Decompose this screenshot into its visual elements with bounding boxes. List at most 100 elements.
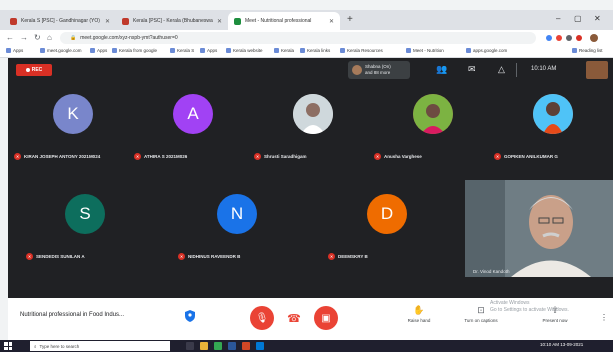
word-icon[interactable]	[228, 342, 236, 350]
bookmark-icon	[406, 48, 411, 53]
participant-tile[interactable]: S ✕ SENDEDIS SUNILAN A	[20, 186, 150, 268]
home-icon[interactable]: ⌂	[47, 33, 52, 43]
mic-off-icon: ✕	[254, 153, 261, 160]
meet-stage: REC Shabna (On) and 88 more 👥 ✉ △ 10:10 …	[8, 58, 613, 298]
extension-icon[interactable]	[546, 35, 552, 41]
windows-start-icon[interactable]	[4, 342, 12, 350]
profile-avatar[interactable]	[590, 34, 598, 42]
avatar: S	[65, 194, 105, 234]
reading-list[interactable]: Reading list	[572, 48, 603, 53]
more-options-icon[interactable]: ⋮	[600, 313, 608, 322]
participant-tile[interactable]: ✕ Shrusti Saradhigam	[248, 86, 378, 168]
recording-badge: REC	[16, 64, 52, 76]
reading-list-icon	[572, 48, 577, 53]
tab-favicon-icon	[122, 17, 129, 25]
participant-tile[interactable]: K ✕ KIRAN JOSEPH ANTONY 2021M024	[8, 86, 138, 168]
chat-icon[interactable]: ✉	[468, 64, 476, 75]
meeting-clock: 10:10 AM	[531, 66, 557, 72]
bookmark-item[interactable]: Kerala from google	[112, 48, 157, 53]
participant-tile[interactable]: ✕ GOPIKEN ANILKUMAR G	[488, 86, 613, 168]
file-explorer-icon[interactable]	[200, 342, 208, 350]
participant-tile[interactable]: D ✕ DEEMSKRY B	[322, 186, 452, 268]
mic-off-icon: ✕	[26, 253, 33, 260]
leave-call-button[interactable]: ☎	[282, 306, 306, 330]
presenter-name: Shabna (On)	[365, 64, 391, 69]
participant-name: Shrusti Saradhigam	[264, 154, 307, 159]
browser-tab-strip: Kerala S [PSC] - Gandhinagar (YO) ✕ Kera…	[0, 10, 613, 30]
avatar: A	[173, 94, 213, 134]
participant-video-tile[interactable]: Dr. Vinod Kandoth	[465, 180, 613, 277]
extension-icon[interactable]	[576, 35, 582, 41]
bookmarks-bar: Apps meet.google.com Apps Kerala from go…	[0, 46, 613, 58]
mic-off-icon: ✕	[134, 153, 141, 160]
people-icon[interactable]: 👥	[436, 64, 447, 75]
chrome-icon[interactable]	[214, 342, 222, 350]
lock-icon: 🔒	[70, 35, 77, 41]
bookmark-item[interactable]: Kerala links	[300, 48, 330, 53]
close-tab-icon[interactable]: ✕	[217, 18, 222, 25]
presenter-chip[interactable]: Shabna (On) and 88 more	[348, 61, 410, 79]
camera-toggle-button[interactable]: ▣	[314, 306, 338, 330]
bookmark-item[interactable]: Kerala	[274, 48, 294, 53]
avatar: K	[53, 94, 93, 134]
bookmark-item[interactable]: meet.google.com	[40, 48, 82, 53]
apps-icon	[6, 48, 11, 53]
bookmark-item[interactable]: Meet - Nutrition	[406, 48, 444, 53]
bookmark-item[interactable]: Kerala website	[226, 48, 263, 53]
profile-photo-icon	[413, 94, 453, 134]
extension-icon[interactable]	[556, 35, 562, 41]
mic-off-icon: 🎙	[255, 312, 269, 324]
bookmark-icon	[40, 48, 45, 53]
new-tab-button[interactable]: +	[347, 14, 353, 25]
search-icon: ⌕	[34, 343, 37, 349]
participant-tile[interactable]: ✕ Anusha Varghese	[368, 86, 498, 168]
video-feed	[465, 180, 613, 277]
browser-tab-meet[interactable]: Meet - Nutritional professional ✕	[228, 12, 340, 30]
participant-name: Anusha Varghese	[384, 154, 422, 159]
host-controls-shield-icon[interactable]	[184, 309, 196, 323]
avatar-photo	[533, 94, 573, 134]
avatar	[352, 65, 362, 75]
bookmark-item[interactable]: Kerala Resources	[340, 48, 383, 53]
bookmark-icon	[90, 48, 95, 53]
address-bar[interactable]: 🔒 meet.google.com/xyz-nspb-ymt?authuser=…	[60, 32, 536, 44]
close-window-icon[interactable]: ✕	[594, 14, 601, 23]
hang-up-icon: ☎	[287, 312, 301, 325]
captions-icon: ⊡	[477, 305, 485, 315]
presenter-more: and 88 more	[365, 70, 391, 75]
url-text: meet.google.com/xyz-nspb-ymt?authuser=0	[80, 35, 178, 41]
bookmark-item[interactable]: Apps	[6, 48, 23, 53]
close-tab-icon[interactable]: ✕	[105, 18, 110, 25]
edge-icon[interactable]	[256, 342, 264, 350]
extension-icon[interactable]	[566, 35, 572, 41]
tab-label: Kerala S [PSC] - Gandhinagar (YO)	[21, 18, 100, 24]
close-tab-icon[interactable]: ✕	[329, 18, 334, 25]
minimize-icon[interactable]: –	[556, 14, 560, 23]
activities-icon[interactable]: △	[498, 64, 505, 75]
participant-tile[interactable]: N ✕ NIDHINUS RAVEENDR B	[172, 186, 302, 268]
raise-hand-button[interactable]: ✋ Raise hand	[394, 305, 444, 323]
meeting-title[interactable]: Nutritional professional in Food Indus..…	[20, 312, 124, 318]
participant-tile[interactable]: A ✕ ATHIRA S 2021M026	[128, 86, 258, 168]
browser-tab-2[interactable]: Kerala [PSC] - Kerala (Bhubaneswar) ✕	[116, 12, 228, 30]
tab-label: Meet - Nutritional professional	[245, 18, 312, 24]
mic-toggle-button[interactable]: 🎙	[250, 306, 274, 330]
taskbar-search-box[interactable]: ⌕ Type here to search	[30, 341, 170, 351]
back-icon[interactable]: ←	[6, 33, 14, 43]
browser-tab-1[interactable]: Kerala S [PSC] - Gandhinagar (YO) ✕	[4, 12, 116, 30]
bookmark-item[interactable]: Apps	[90, 48, 107, 53]
bookmark-icon	[112, 48, 117, 53]
task-view-icon[interactable]	[186, 342, 194, 350]
participant-name: DEEMSKRY B	[338, 254, 368, 259]
reload-icon[interactable]: ↻	[34, 33, 41, 43]
forward-icon[interactable]: →	[20, 33, 28, 43]
bookmark-item[interactable]: Kerala S	[170, 48, 194, 53]
self-view-thumbnail[interactable]	[586, 61, 608, 79]
powerpoint-icon[interactable]	[242, 342, 250, 350]
bookmark-item[interactable]: Apps	[200, 48, 217, 53]
participant-name: Dr. Vinod Kandoth	[473, 269, 510, 274]
maximize-icon[interactable]: ▢	[574, 14, 582, 23]
avatar: D	[367, 194, 407, 234]
participant-name: GOPIKEN ANILKUMAR G	[504, 154, 558, 159]
bookmark-item[interactable]: apps.google.com	[466, 48, 507, 53]
